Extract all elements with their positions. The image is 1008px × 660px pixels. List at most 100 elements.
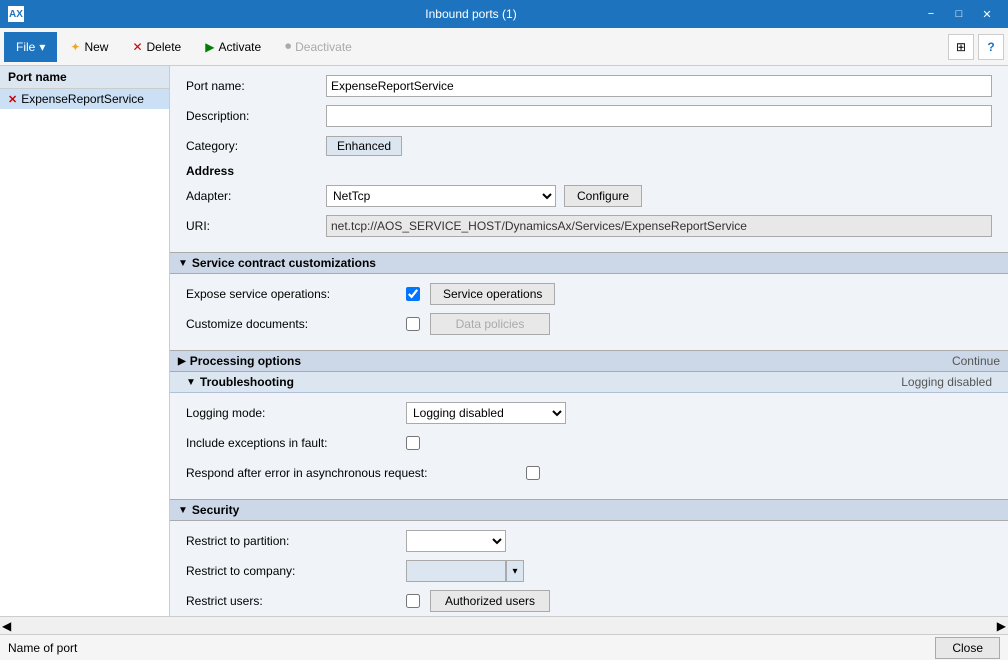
description-row: Description: bbox=[186, 104, 992, 128]
customize-label: Customize documents: bbox=[186, 317, 406, 331]
configure-button[interactable]: Configure bbox=[564, 185, 642, 207]
respond-row: Respond after error in asynchronous requ… bbox=[186, 461, 992, 485]
grid-view-button[interactable]: ⊞ bbox=[948, 34, 974, 60]
include-label: Include exceptions in fault: bbox=[186, 436, 406, 450]
service-contract-header[interactable]: ▼ Service contract customizations bbox=[170, 252, 1008, 274]
customize-checkbox[interactable] bbox=[406, 317, 420, 331]
category-row: Category: Enhanced bbox=[186, 134, 992, 158]
logging-mode-row: Logging mode: Logging disabled Errors on… bbox=[186, 401, 992, 425]
include-checkbox[interactable] bbox=[406, 436, 420, 450]
processing-title: Processing options bbox=[190, 354, 301, 368]
main-layout: Port name ✕ ExpenseReportService Port na… bbox=[0, 66, 1008, 616]
expose-label: Expose service operations: bbox=[186, 287, 406, 301]
address-header: Address bbox=[186, 164, 992, 178]
port-name-label: Port name: bbox=[186, 79, 326, 93]
service-operations-button[interactable]: Service operations bbox=[430, 283, 555, 305]
deactivate-button[interactable]: ⏺ Deactivate bbox=[274, 32, 363, 62]
scroll-left-arrow[interactable]: ◀ bbox=[2, 619, 11, 633]
processing-expand-icon: ▶ bbox=[178, 356, 186, 367]
category-value: Enhanced bbox=[326, 136, 402, 156]
horizontal-scrollbar[interactable]: ◀ ▶ bbox=[0, 616, 1008, 634]
restrict-users-checkbox[interactable] bbox=[406, 594, 420, 608]
restrict-company-input[interactable] bbox=[406, 560, 506, 582]
security-header[interactable]: ▼ Security bbox=[170, 499, 1008, 521]
activate-label: Activate bbox=[218, 40, 261, 54]
left-panel: Port name ✕ ExpenseReportService bbox=[0, 66, 170, 616]
new-icon: ✦ bbox=[70, 40, 80, 54]
title-bar: AX Inbound ports (1) − □ ✕ bbox=[0, 0, 1008, 28]
port-name-column-header: Port name bbox=[0, 66, 169, 89]
maximize-button[interactable]: □ bbox=[946, 4, 972, 24]
service-contract-triangle: ▼ bbox=[178, 258, 188, 269]
close-window-button[interactable]: ✕ bbox=[974, 4, 1000, 24]
port-list-item[interactable]: ✕ ExpenseReportService bbox=[0, 89, 169, 109]
activate-icon: ▶ bbox=[205, 40, 214, 54]
logging-select[interactable]: Logging disabled Errors only Full loggin… bbox=[406, 402, 566, 424]
close-button[interactable]: Close bbox=[935, 637, 1000, 659]
adapter-select[interactable]: NetTcp bbox=[326, 185, 556, 207]
uri-label: URI: bbox=[186, 219, 326, 233]
uri-row: URI: bbox=[186, 214, 992, 238]
restrict-users-label: Restrict users: bbox=[186, 594, 406, 608]
port-name-row: Port name: bbox=[186, 74, 992, 98]
window-controls: − □ ✕ bbox=[918, 4, 1000, 24]
security-triangle: ▼ bbox=[178, 505, 188, 516]
expose-operations-row: Expose service operations: Service opera… bbox=[186, 282, 992, 306]
description-label: Description: bbox=[186, 109, 326, 123]
adapter-label: Adapter: bbox=[186, 189, 326, 203]
port-name-input[interactable] bbox=[326, 75, 992, 97]
troubleshooting-header[interactable]: ▼ Troubleshooting Logging disabled bbox=[170, 372, 1008, 393]
restrict-partition-select[interactable] bbox=[406, 530, 506, 552]
uri-input[interactable] bbox=[326, 215, 992, 237]
right-content: Port name: Description: Category: Enhanc… bbox=[170, 66, 1008, 616]
restrict-company-label: Restrict to company: bbox=[186, 564, 406, 578]
app-icon: AX bbox=[8, 6, 24, 22]
security-title: Security bbox=[192, 503, 239, 517]
respond-label: Respond after error in asynchronous requ… bbox=[186, 466, 526, 480]
description-input[interactable] bbox=[326, 105, 992, 127]
restrict-partition-row: Restrict to partition: bbox=[186, 529, 992, 553]
window-title: Inbound ports (1) bbox=[24, 7, 918, 21]
expose-checkbox[interactable] bbox=[406, 287, 420, 301]
status-bar: Name of port Close bbox=[0, 634, 1008, 660]
restrict-company-dropdown-icon: ▾ bbox=[506, 560, 524, 582]
troubleshooting-status: Logging disabled bbox=[901, 375, 992, 389]
include-exceptions-row: Include exceptions in fault: bbox=[186, 431, 992, 455]
status-bar-right: Close bbox=[935, 637, 1000, 659]
customize-documents-row: Customize documents: Data policies bbox=[186, 312, 992, 336]
new-label: New bbox=[84, 40, 108, 54]
restrict-partition-label: Restrict to partition: bbox=[186, 534, 406, 548]
category-label: Category: bbox=[186, 139, 326, 153]
logging-label: Logging mode: bbox=[186, 406, 406, 420]
minimize-button[interactable]: − bbox=[918, 4, 944, 24]
processing-status: Continue bbox=[952, 354, 1000, 368]
restrict-users-row: Restrict users: Authorized users bbox=[186, 589, 992, 613]
data-policies-button[interactable]: Data policies bbox=[430, 313, 550, 335]
processing-options-header[interactable]: ▶ Processing options Continue bbox=[170, 350, 1008, 372]
adapter-row: Adapter: NetTcp Configure bbox=[186, 184, 992, 208]
new-button[interactable]: ✦ New bbox=[59, 32, 119, 62]
toolbar-right: ⊞ ? bbox=[948, 34, 1004, 60]
scroll-right-arrow[interactable]: ▶ bbox=[997, 619, 1006, 633]
deactivate-icon: ⏺ bbox=[285, 39, 291, 54]
service-contract-title: Service contract customizations bbox=[192, 256, 376, 270]
file-label: File bbox=[16, 40, 35, 54]
authorized-users-button[interactable]: Authorized users bbox=[430, 590, 550, 612]
delete-icon: ✕ bbox=[132, 40, 142, 54]
respond-checkbox[interactable] bbox=[526, 466, 540, 480]
service-contract-section: Expose service operations: Service opera… bbox=[170, 274, 1008, 350]
item-error-icon: ✕ bbox=[8, 93, 17, 106]
troubleshooting-title: Troubleshooting bbox=[200, 375, 294, 389]
status-text: Name of port bbox=[8, 641, 77, 655]
help-button[interactable]: ? bbox=[978, 34, 1004, 60]
delete-button[interactable]: ✕ Delete bbox=[121, 32, 192, 62]
file-arrow: ▾ bbox=[39, 40, 45, 54]
toolbar: File ▾ ✦ New ✕ Delete ▶ Activate ⏺ Deact… bbox=[0, 28, 1008, 66]
file-menu-button[interactable]: File ▾ bbox=[4, 32, 57, 62]
security-section: Restrict to partition: Restrict to compa… bbox=[170, 521, 1008, 616]
restrict-company-row: Restrict to company: ▾ bbox=[186, 559, 992, 583]
troubleshooting-section: Logging mode: Logging disabled Errors on… bbox=[170, 393, 1008, 499]
activate-button[interactable]: ▶ Activate bbox=[194, 32, 272, 62]
deactivate-label: Deactivate bbox=[295, 40, 352, 54]
basic-form-section: Port name: Description: Category: Enhanc… bbox=[170, 66, 1008, 252]
